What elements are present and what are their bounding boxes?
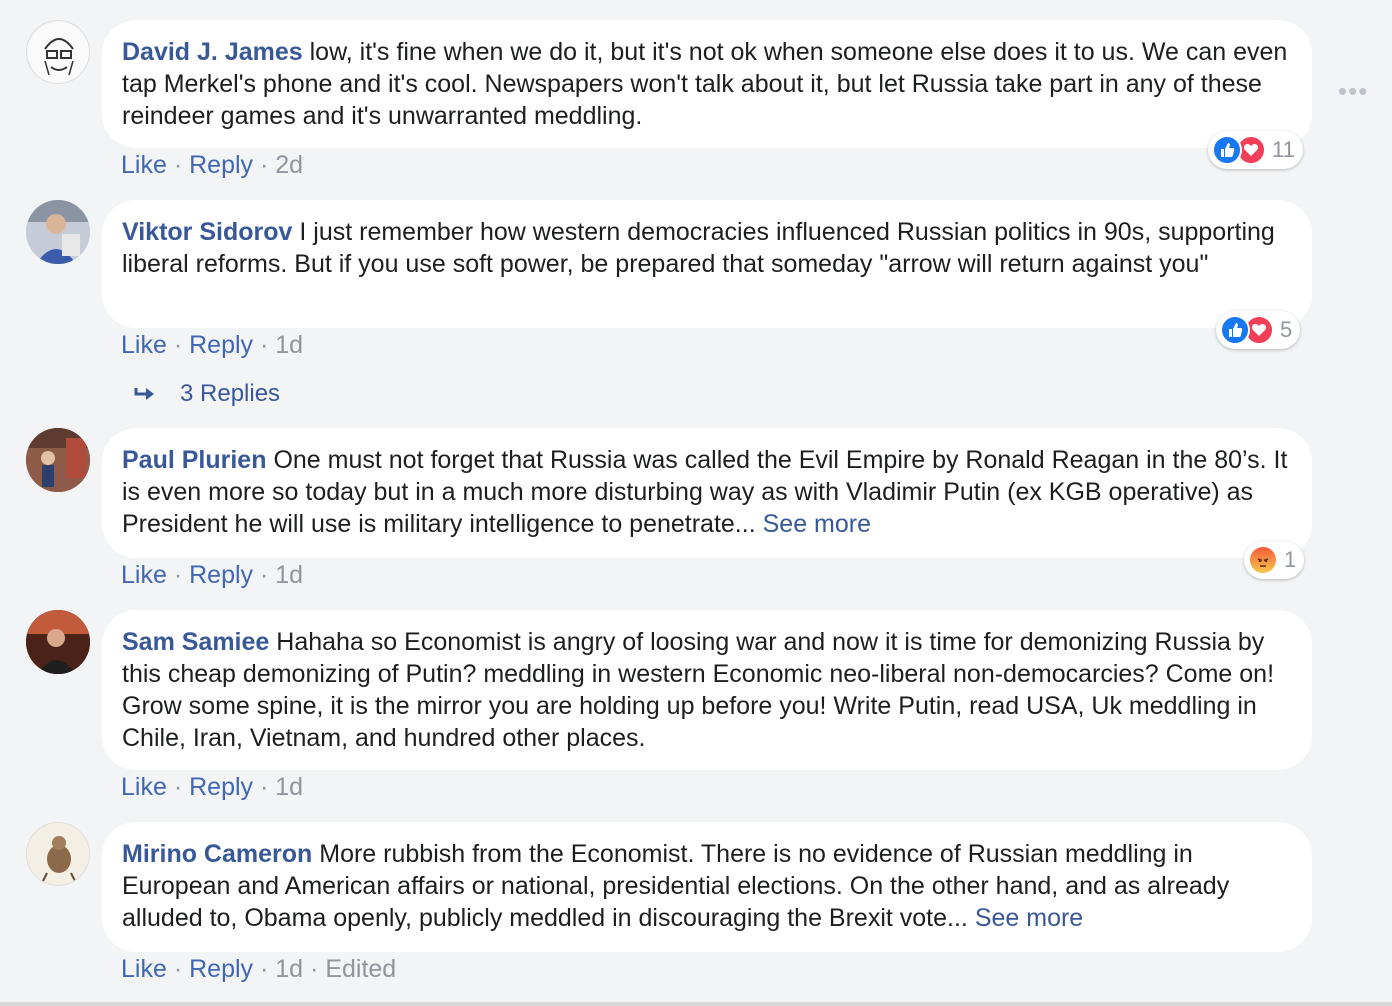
reply-link[interactable]: Reply [189, 151, 253, 179]
avatar[interactable] [26, 822, 90, 886]
comment-actions: Like · Reply · 1d [121, 561, 304, 589]
comment-actions: Like · Reply · 1d [121, 773, 304, 801]
comment-bubble: Mirino Cameron More rubbish from the Eco… [102, 822, 1312, 952]
comment-actions: Like · Reply · 1d [121, 331, 304, 359]
comment-timestamp[interactable]: 1d [275, 561, 303, 589]
comment-bubble: David J. James low, it's fine when we do… [102, 20, 1312, 148]
comment-author[interactable]: Paul Plurien [122, 446, 266, 474]
comment-timestamp[interactable]: 1d [275, 773, 303, 801]
thumbs-up-icon [1220, 315, 1250, 345]
comment-actions: Like · Reply · 1d · Edited [121, 955, 397, 983]
avatar[interactable] [26, 20, 90, 84]
avatar[interactable] [26, 428, 90, 492]
like-link[interactable]: Like [121, 773, 167, 801]
comment-text: I just remember how western democracies … [122, 218, 1275, 278]
thumbs-up-icon [1212, 135, 1242, 165]
like-link[interactable]: Like [121, 151, 167, 179]
divider [0, 1002, 1392, 1006]
reply-link[interactable]: Reply [189, 331, 253, 359]
comment-author[interactable]: Sam Samiee [122, 628, 269, 656]
comment-actions: Like · Reply · 2d [121, 151, 304, 179]
like-link[interactable]: Like [121, 955, 167, 983]
comment-bubble: Viktor Sidorov I just remember how weste… [102, 200, 1312, 328]
view-replies-link[interactable]: 3 Replies [132, 380, 280, 408]
avatar[interactable] [26, 610, 90, 674]
reply-arrow-icon [134, 388, 154, 400]
comment-author[interactable]: David J. James [122, 38, 303, 66]
reply-link[interactable]: Reply [189, 773, 253, 801]
reactions-summary[interactable]: 5 [1216, 311, 1301, 349]
see-more-link[interactable]: See more [975, 904, 1083, 932]
avatar[interactable] [26, 200, 90, 264]
angry-face-icon [1248, 545, 1278, 575]
reply-link[interactable]: Reply [189, 561, 253, 589]
reply-link[interactable]: Reply [189, 955, 253, 983]
reactions-summary[interactable]: 1 [1244, 541, 1305, 579]
comment-author[interactable]: Mirino Cameron [122, 840, 312, 868]
reaction-count: 11 [1272, 137, 1295, 162]
see-more-link[interactable]: See more [763, 510, 871, 538]
reaction-count: 5 [1280, 317, 1293, 342]
comment-bubble: Sam Samiee Hahaha so Economist is angry … [102, 610, 1312, 770]
comment-timestamp[interactable]: 1d [275, 331, 303, 359]
replies-count[interactable]: 3 Replies [180, 380, 280, 408]
reaction-count: 1 [1284, 547, 1297, 572]
comment-text: One must not forget that Russia was call… [122, 446, 1288, 538]
more-options-icon[interactable]: ••• [1338, 76, 1368, 107]
comment-timestamp[interactable]: 1d [275, 955, 303, 983]
like-link[interactable]: Like [121, 561, 167, 589]
edited-label[interactable]: Edited [325, 955, 396, 983]
reactions-summary[interactable]: 11 [1208, 131, 1303, 169]
comment-bubble: Paul Plurien One must not forget that Ru… [102, 428, 1312, 558]
comment-author[interactable]: Viktor Sidorov [122, 218, 292, 246]
comment-timestamp[interactable]: 2d [275, 151, 303, 179]
like-link[interactable]: Like [121, 331, 167, 359]
comment-text: Hahaha so Economist is angry of loosing … [122, 628, 1275, 752]
